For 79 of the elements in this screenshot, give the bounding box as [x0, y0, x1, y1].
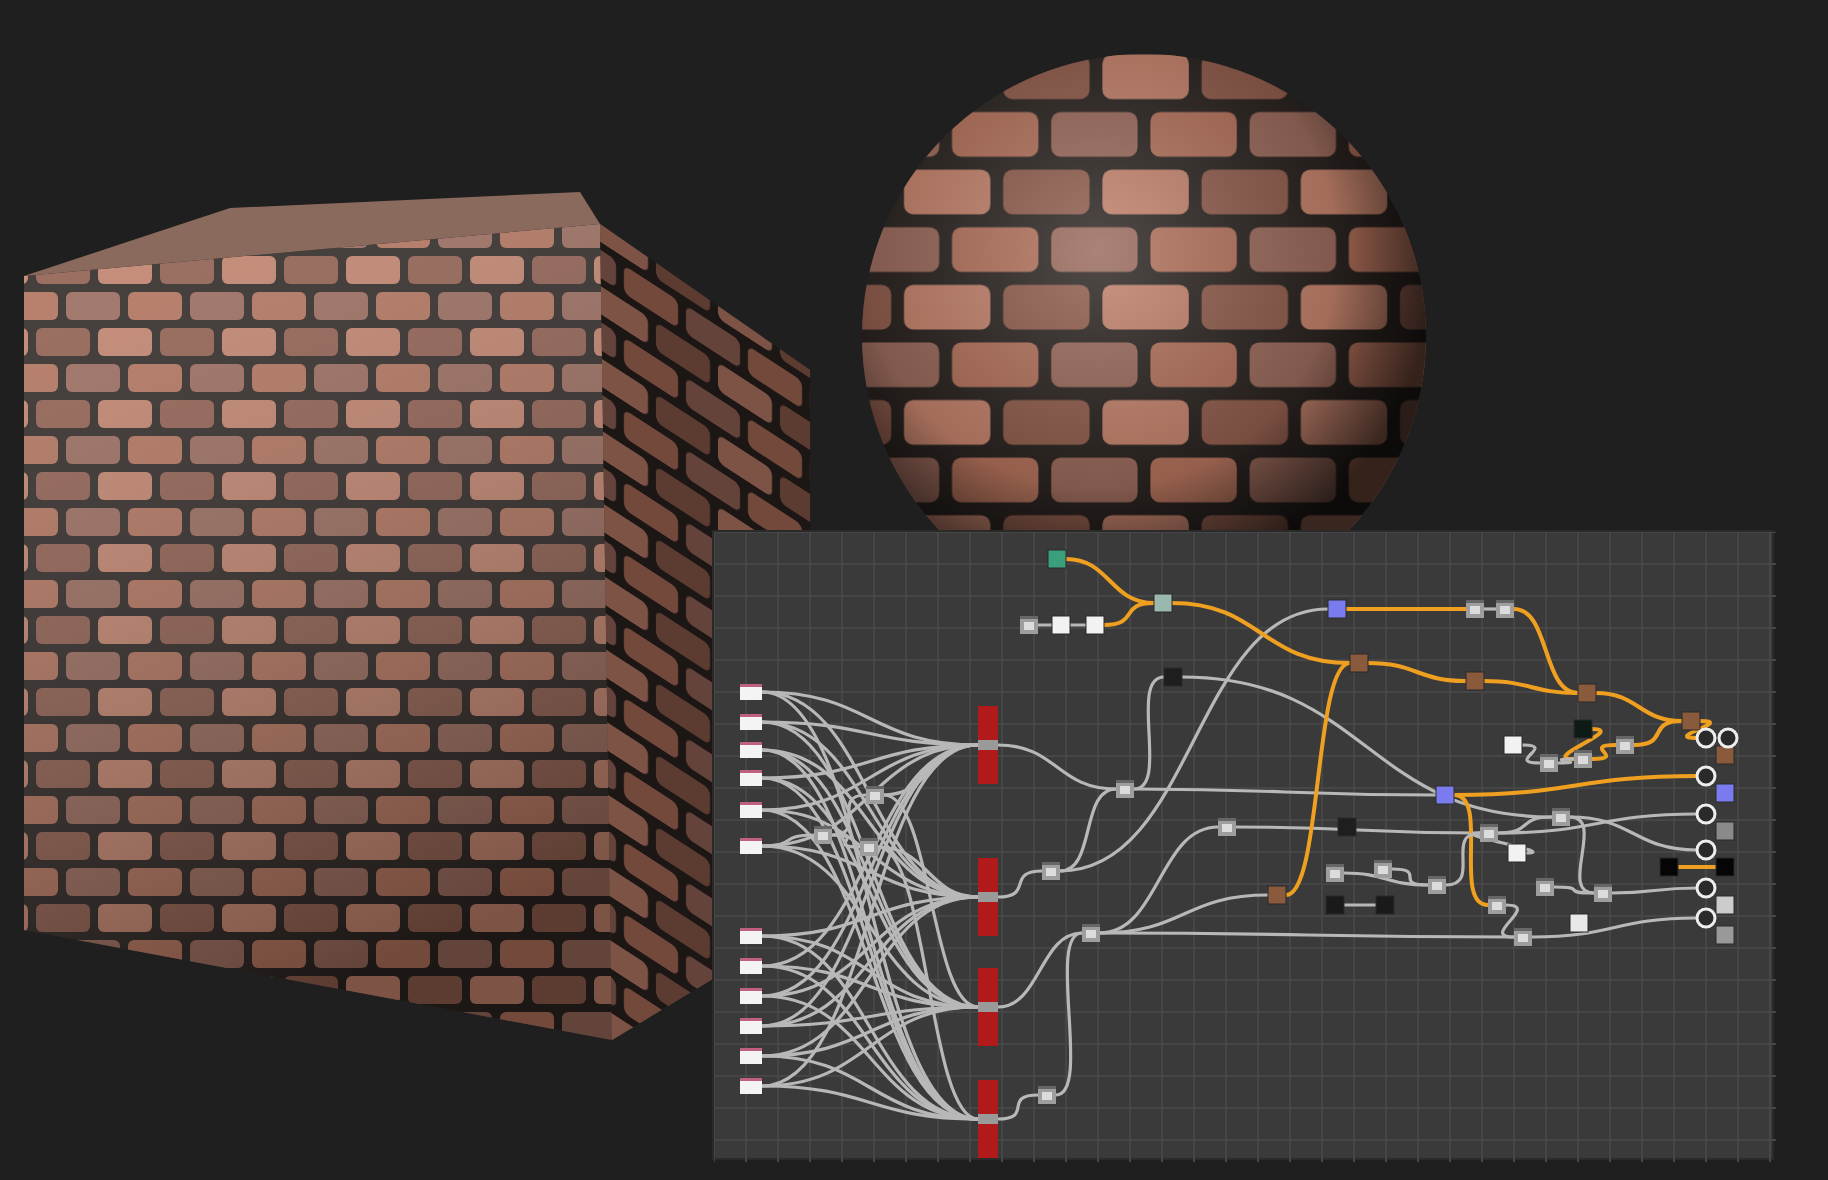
graph-node[interactable]: [1659, 857, 1679, 877]
graph-node[interactable]: [740, 802, 762, 818]
node-wire: [997, 1093, 1039, 1121]
graph-node[interactable]: [1616, 736, 1634, 754]
graph-node[interactable]: [1337, 817, 1357, 837]
graph-node[interactable]: [1514, 928, 1532, 946]
graph-node[interactable]: [1496, 600, 1514, 618]
graph-node[interactable]: [1051, 615, 1071, 635]
graph-node[interactable]: [1715, 895, 1735, 915]
graph-node[interactable]: [1325, 895, 1345, 915]
graph-node[interactable]: [1536, 878, 1554, 896]
node-wire: [1038, 623, 1052, 627]
output-node[interactable]: [1695, 839, 1717, 861]
node-wire: [1484, 607, 1496, 611]
output-node[interactable]: [1695, 765, 1717, 787]
node-wire: [1612, 886, 1697, 895]
graph-node[interactable]: [1349, 653, 1369, 673]
graph-node[interactable]: [1428, 876, 1446, 894]
graph-node[interactable]: [1681, 711, 1701, 731]
graph-node[interactable]: [1715, 783, 1735, 803]
graph-node[interactable]: [1552, 808, 1570, 826]
graph-node[interactable]: [740, 1048, 762, 1064]
graph-node[interactable]: [1085, 615, 1105, 635]
graph-node[interactable]: [1327, 599, 1347, 619]
graph-node[interactable]: [1375, 895, 1395, 915]
graph-node[interactable]: [866, 786, 884, 804]
graph-node[interactable]: [1038, 1086, 1056, 1104]
output-node[interactable]: [1717, 727, 1739, 749]
graph-node[interactable]: [1082, 924, 1100, 942]
graph-node[interactable]: [740, 958, 762, 974]
graph-node[interactable]: [1715, 925, 1735, 945]
output-node[interactable]: [1695, 803, 1717, 825]
graph-node[interactable]: [1218, 818, 1236, 836]
graph-node[interactable]: [740, 838, 762, 854]
graph-node[interactable]: [1715, 821, 1735, 841]
output-node[interactable]: [1695, 907, 1717, 929]
graph-node[interactable]: [1020, 616, 1038, 634]
graph-node[interactable]: [740, 684, 762, 700]
output-node[interactable]: [1695, 877, 1717, 899]
graph-node[interactable]: [978, 1080, 998, 1158]
graph-node[interactable]: [740, 1018, 762, 1034]
graph-node[interactable]: [1267, 885, 1287, 905]
graph-node[interactable]: [1715, 857, 1735, 877]
graph-node[interactable]: [1573, 719, 1593, 739]
graph-node[interactable]: [1466, 600, 1484, 618]
output-node[interactable]: [1695, 727, 1717, 749]
node-wire: [997, 869, 1043, 899]
graph-node[interactable]: [1047, 549, 1067, 569]
graph-node[interactable]: [1435, 785, 1455, 805]
graph-node[interactable]: [1480, 824, 1498, 842]
graph-node[interactable]: [1116, 780, 1134, 798]
graph-node[interactable]: [740, 928, 762, 944]
graph-node[interactable]: [1163, 667, 1183, 687]
graph-node[interactable]: [740, 714, 762, 730]
graph-node[interactable]: [740, 988, 762, 1004]
graph-node[interactable]: [1374, 860, 1392, 878]
graph-node[interactable]: [1594, 884, 1612, 902]
graph-node[interactable]: [1715, 745, 1735, 765]
graph-node[interactable]: [740, 1078, 762, 1094]
node-wire: [1344, 903, 1376, 907]
node-wire: [1678, 865, 1716, 869]
graph-node[interactable]: [978, 706, 998, 784]
graph-node[interactable]: [978, 968, 998, 1046]
graph-node[interactable]: [1326, 864, 1344, 882]
graph-node[interactable]: [1503, 735, 1523, 755]
graph-node[interactable]: [1577, 683, 1597, 703]
graph-node[interactable]: [814, 826, 832, 844]
graph-node[interactable]: [740, 770, 762, 786]
graph-node[interactable]: [1569, 913, 1589, 933]
graph-node[interactable]: [740, 742, 762, 758]
graph-node[interactable]: [1153, 593, 1173, 613]
graph-node[interactable]: [978, 858, 998, 936]
graph-node[interactable]: [1465, 671, 1485, 691]
graph-node[interactable]: [1042, 862, 1060, 880]
graph-node[interactable]: [1507, 843, 1527, 863]
graph-node[interactable]: [1574, 750, 1592, 768]
graph-node[interactable]: [1488, 896, 1506, 914]
graph-node[interactable]: [860, 838, 878, 856]
graph-node[interactable]: [1540, 754, 1558, 772]
